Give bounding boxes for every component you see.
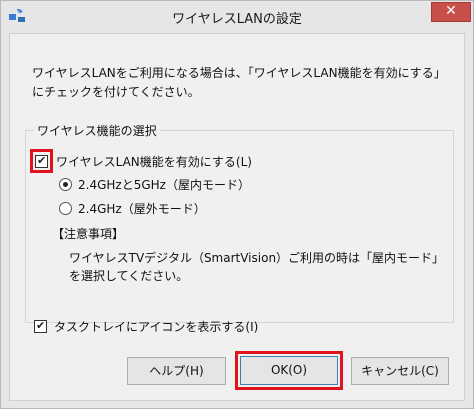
description-line-1: ワイヤレスLANをご利用になる場合は、「ワイヤレスLAN機能を有効にする」 bbox=[32, 66, 446, 80]
settings-dialog: ワイヤレスLANの設定 ✕ ワイヤレスLANをご利用になる場合は、「ワイヤレスL… bbox=[0, 0, 474, 409]
wireless-function-group: ワイヤレス機能の選択 ワイヤレスLAN機能を有効にする(L) 2.4GHzと5G… bbox=[25, 122, 454, 323]
close-button[interactable]: ✕ bbox=[431, 2, 471, 22]
radio-indoor-mode-label[interactable]: 2.4GHzと5GHz（屋内モード） bbox=[78, 176, 250, 193]
radio-outdoor-mode[interactable] bbox=[59, 202, 72, 215]
notes-line-1: ワイヤレスTVデジタル（SmartVision）ご利用の時は「屋内モード」 bbox=[69, 251, 445, 265]
description-line-2: にチェックを付けてください。 bbox=[32, 85, 200, 99]
window-title: ワイヤレスLANの設定 bbox=[172, 12, 302, 27]
help-button[interactable]: ヘルプ(H) bbox=[127, 357, 226, 385]
description: ワイヤレスLANをご利用になる場合は、「ワイヤレスLAN機能を有効にする」 にチ… bbox=[32, 64, 452, 102]
title-bar: ワイヤレスLANの設定 ✕ bbox=[1, 1, 473, 33]
cancel-button[interactable]: キャンセル(C) bbox=[351, 357, 449, 385]
enable-wireless-checkbox[interactable] bbox=[35, 154, 48, 168]
radio-indoor-mode[interactable] bbox=[59, 178, 72, 191]
dialog-body: ワイヤレスLANをご利用になる場合は、「ワイヤレスLAN機能を有効にする」 にチ… bbox=[9, 33, 465, 401]
tasktray-icon-label[interactable]: タスクトレイにアイコンを表示する(I) bbox=[54, 318, 258, 335]
tasktray-icon-checkbox[interactable] bbox=[34, 319, 47, 333]
radio-outdoor-mode-label[interactable]: 2.4GHz（屋外モード） bbox=[78, 200, 206, 217]
notes-heading: 【注意事項】 bbox=[52, 227, 125, 241]
ok-button[interactable]: OK(O) bbox=[240, 356, 338, 385]
close-icon: ✕ bbox=[445, 3, 457, 19]
group-title: ワイヤレス機能の選択 bbox=[34, 122, 160, 139]
notes-line-2: を選択してください。 bbox=[69, 269, 189, 283]
enable-wireless-label[interactable]: ワイヤレスLAN機能を有効にする(L) bbox=[56, 153, 252, 170]
